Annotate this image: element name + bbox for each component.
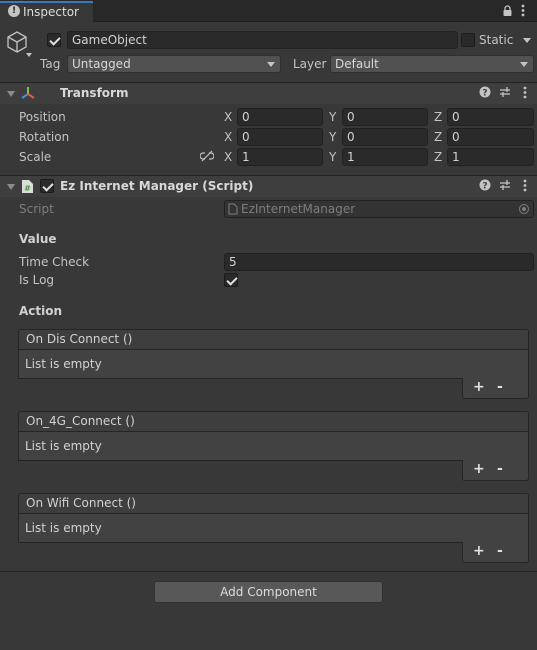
icon-dropdown-arrow[interactable] (26, 53, 32, 57)
inspector-tab[interactable]: ! Inspector (0, 1, 93, 23)
event-on-wifi-connect: On Wifi Connect () List is empty + - (18, 493, 529, 563)
rotation-label: Rotation (19, 130, 70, 144)
tag-label: Tag (40, 57, 61, 71)
chevron-down-icon (520, 62, 528, 67)
rotation-y-field[interactable]: 0 (342, 128, 428, 146)
foldout-arrow-icon[interactable] (7, 184, 15, 190)
event-footer: + - (462, 378, 529, 399)
event-footer: + - (462, 460, 529, 481)
components-divider (0, 571, 537, 572)
position-x-axis-label[interactable]: X (224, 110, 232, 124)
is-log-label: Is Log (19, 273, 55, 287)
rotation-y-axis-label[interactable]: Y (329, 130, 336, 144)
action-section-header: Action (19, 304, 63, 318)
static-label: Static (479, 33, 514, 47)
component-menu-icon[interactable] (519, 179, 531, 193)
event-list-empty: List is empty (18, 514, 529, 543)
time-check-field[interactable]: 5 (224, 253, 534, 271)
event-title: On Dis Connect () (18, 329, 529, 350)
object-picker-icon[interactable] (519, 204, 529, 214)
event-title: On Wifi Connect () (18, 493, 529, 514)
scale-y-field[interactable]: 1 (342, 148, 428, 166)
rotation-z-axis-label[interactable]: Z (434, 130, 442, 144)
event-on-dis-connect: On Dis Connect () List is empty + - (18, 329, 529, 399)
tag-dropdown[interactable]: Untagged (67, 55, 281, 73)
script-value: EzInternetManager (241, 202, 356, 216)
rotation-x-axis-label[interactable]: X (224, 130, 232, 144)
time-check-label: Time Check (19, 255, 90, 269)
position-label: Position (19, 110, 66, 124)
static-dropdown-arrow[interactable] (523, 38, 531, 43)
presets-icon[interactable] (499, 179, 511, 193)
script-component-header[interactable]: # Ez Internet Manager (Script) ? (0, 175, 537, 197)
event-list-empty: List is empty (18, 432, 529, 461)
component-menu-icon[interactable] (519, 86, 531, 100)
position-z-field[interactable]: 0 (447, 108, 534, 126)
add-listener-button[interactable]: + (473, 461, 485, 477)
scale-z-axis-label[interactable]: Z (434, 150, 442, 164)
tab-title: Inspector (23, 5, 79, 19)
event-list-empty: List is empty (18, 350, 529, 379)
scale-label: Scale (19, 150, 52, 164)
position-y-axis-label[interactable]: Y (329, 110, 336, 124)
add-listener-button[interactable]: + (473, 543, 485, 559)
svg-text:?: ? (482, 89, 487, 99)
rotation-x-field[interactable]: 0 (237, 128, 323, 146)
presets-icon[interactable] (499, 86, 511, 100)
event-footer: + - (462, 542, 529, 563)
script-file-icon (228, 203, 238, 215)
svg-text:?: ? (482, 182, 487, 192)
scale-x-axis-label[interactable]: X (224, 150, 232, 164)
tag-value: Untagged (72, 57, 131, 71)
remove-listener-button[interactable]: - (497, 543, 503, 559)
event-title: On_4G_Connect () (18, 411, 529, 432)
is-log-checkbox[interactable] (224, 273, 238, 287)
help-icon[interactable]: ? (479, 179, 491, 193)
remove-listener-button[interactable]: - (497, 461, 503, 477)
svg-text:#: # (24, 184, 31, 193)
position-x-field[interactable]: 0 (237, 108, 323, 126)
position-z-axis-label[interactable]: Z (434, 110, 442, 124)
transform-title: Transform (60, 86, 129, 100)
scale-x-field[interactable]: 1 (237, 148, 323, 166)
menu-icon[interactable] (521, 4, 525, 17)
transform-header[interactable]: Transform ? (0, 82, 537, 104)
script-label: Script (19, 202, 54, 216)
scale-y-axis-label[interactable]: Y (329, 150, 336, 164)
event-on-4g-connect: On_4G_Connect () List is empty + - (18, 411, 529, 481)
csharp-script-icon: # (21, 179, 34, 194)
gameobject-cube-icon (6, 30, 28, 54)
static-checkbox[interactable] (461, 33, 475, 47)
layer-label: Layer (293, 57, 327, 71)
rotation-z-field[interactable]: 0 (447, 128, 534, 146)
remove-listener-button[interactable]: - (497, 379, 503, 395)
layer-value: Default (335, 57, 379, 71)
script-enabled-checkbox[interactable] (40, 179, 54, 193)
chevron-down-icon (267, 62, 275, 67)
script-object-field[interactable]: EzInternetManager (224, 200, 534, 218)
add-component-label: Add Component (220, 585, 317, 599)
foldout-arrow-icon[interactable] (7, 91, 15, 97)
layer-dropdown[interactable]: Default (330, 55, 534, 73)
gameobject-name-field[interactable]: GameObject (67, 31, 458, 49)
value-section-header: Value (19, 232, 57, 246)
lock-icon[interactable] (503, 5, 512, 16)
script-component-title: Ez Internet Manager (Script) (60, 179, 254, 193)
info-icon: ! (8, 5, 20, 17)
add-listener-button[interactable]: + (473, 379, 485, 395)
add-component-button[interactable]: Add Component (154, 581, 383, 603)
position-y-field[interactable]: 0 (342, 108, 428, 126)
active-checkbox[interactable] (47, 33, 61, 47)
transform-icon (21, 86, 35, 100)
help-icon[interactable]: ? (479, 86, 491, 100)
constrain-proportions-icon[interactable] (199, 150, 215, 162)
scale-z-field[interactable]: 1 (447, 148, 534, 166)
